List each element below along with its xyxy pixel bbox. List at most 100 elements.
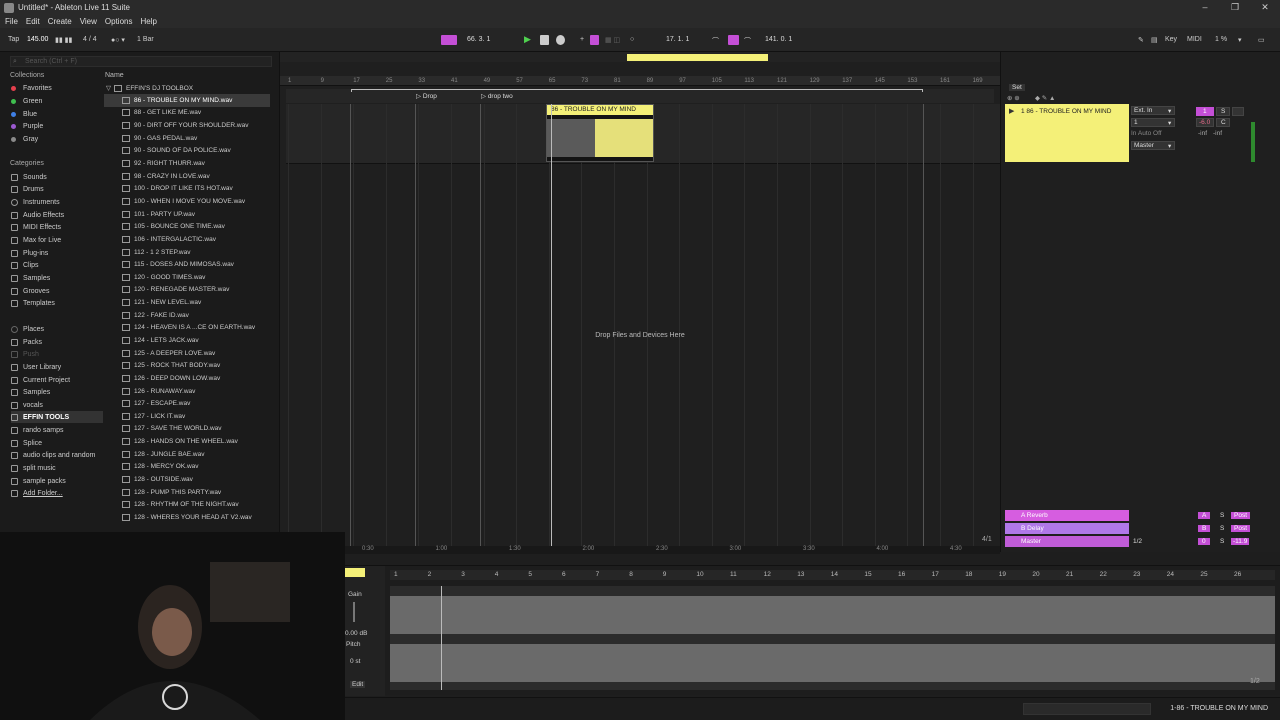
re-enable-automation-icon[interactable]: ▦ ◫ — [605, 36, 620, 44]
volume-field[interactable]: -6.0 — [1196, 118, 1214, 127]
menu-view[interactable]: View — [80, 17, 97, 26]
overview-ruler[interactable] — [280, 52, 1000, 62]
browser-file-row[interactable]: 90 - GAS PEDAL.wav — [104, 132, 270, 145]
browser-file-row[interactable]: 128 - JUNGLE BAE.wav — [104, 448, 270, 461]
browser-file-row[interactable]: 115 - DOSES AND MIMOSAS.wav — [104, 258, 270, 271]
quantize-select[interactable]: 1 Bar — [137, 36, 154, 43]
tap-tempo-button[interactable]: Tap — [8, 36, 19, 43]
folder-row[interactable]: ▽ EFFIN'S DJ TOOLBOX — [106, 84, 193, 92]
key-map-button[interactable]: Key — [1165, 36, 1177, 43]
locator-drop[interactable]: ▷ Drop — [416, 92, 437, 100]
track-option-icons[interactable]: ◆ ✎ ▲ — [1035, 94, 1056, 102]
loop-switch-icon[interactable] — [728, 35, 739, 45]
collection-purple[interactable]: Purple — [11, 120, 43, 132]
return-b-solo[interactable]: S — [1220, 525, 1224, 532]
browser-file-row[interactable]: 90 - DIRT OFF YOUR SHOULDER.wav — [104, 119, 270, 132]
nudge-icon[interactable]: ▮▮ ▮▮ — [55, 36, 72, 44]
menu-help[interactable]: Help — [140, 17, 156, 26]
browser-file-row[interactable]: 100 - WHEN I MOVE YOU MOVE.wav — [104, 195, 270, 208]
stop-icon[interactable] — [540, 35, 549, 45]
browser-file-row[interactable]: 124 - LETS JACK.wav — [104, 334, 270, 347]
close-button[interactable]: ✕ — [1250, 2, 1280, 13]
input-type-select[interactable]: Ext. In ▾ — [1131, 106, 1175, 115]
chevron-down-icon[interactable]: ▽ — [106, 84, 111, 92]
collection-blue[interactable]: Blue — [11, 108, 37, 120]
category-max-for-live[interactable]: Max for Live — [11, 234, 61, 246]
input-channel-select[interactable]: 1 ▾ — [1131, 118, 1175, 127]
gain-value[interactable]: 0.00 dB — [345, 630, 367, 637]
category-grooves[interactable]: Grooves — [11, 285, 49, 297]
capture-icon[interactable]: ○ — [630, 36, 634, 43]
category-drums[interactable]: Drums — [11, 183, 44, 195]
minimize-button[interactable]: – — [1190, 2, 1220, 13]
clip-color-swatch[interactable] — [345, 568, 365, 577]
audio-clip[interactable]: 86 - TROUBLE ON MY MIND — [546, 104, 654, 162]
return-a-header[interactable]: A Reverb — [1005, 510, 1129, 521]
return-a-post[interactable]: Post — [1231, 512, 1251, 519]
browser-file-row[interactable]: 105 - BOUNCE ONE TIME.wav — [104, 220, 270, 233]
loop-length-field[interactable]: 141. 0. 1 — [765, 36, 792, 43]
edit-button[interactable]: Edit — [350, 681, 366, 688]
place-split-music[interactable]: split music — [11, 462, 56, 474]
solo-button[interactable]: S — [1216, 107, 1230, 116]
track-controls-icon[interactable]: ⊕ ⊕ — [1007, 94, 1020, 102]
return-b-header[interactable]: B Delay — [1005, 523, 1129, 534]
place-packs[interactable]: Packs — [11, 336, 42, 348]
midi-map-button[interactable]: MIDI — [1187, 36, 1202, 43]
master-volume[interactable]: -11.9 — [1231, 538, 1250, 545]
menu-options[interactable]: Options — [105, 17, 133, 26]
category-templates[interactable]: Templates — [11, 297, 55, 309]
arm-button[interactable] — [1232, 107, 1244, 116]
punch-in-icon[interactable]: ⌒ — [712, 36, 719, 46]
monitor-switch[interactable]: In Auto Off — [1131, 130, 1162, 137]
place-vocals[interactable]: vocals — [11, 399, 43, 411]
browser-file-row[interactable]: 120 - GOOD TIMES.wav — [104, 271, 270, 284]
browser-file-row[interactable]: 128 - PUMP THIS PARTY.wav — [104, 486, 270, 499]
browser-file-row[interactable]: 90 - SOUND OF DA POLICE.wav — [104, 145, 270, 158]
track-header[interactable]: 1 86 - TROUBLE ON MY MIND — [1005, 104, 1129, 162]
place-sample-packs[interactable]: sample packs — [11, 475, 66, 487]
locator-drop-two[interactable]: ▷ drop two — [481, 92, 513, 100]
browser-file-row[interactable]: 120 - RENEGADE MASTER.wav — [104, 284, 270, 297]
clip-overview[interactable] — [1023, 703, 1151, 715]
overview-viewport[interactable] — [627, 54, 768, 61]
pan-knob[interactable]: C — [1216, 118, 1230, 127]
browser-file-row[interactable]: 88 - GET LIKE ME.wav — [104, 107, 270, 120]
output-select[interactable]: Master ▾ — [1131, 141, 1175, 150]
return-b-post[interactable]: Post — [1231, 525, 1251, 532]
place-audio-clips[interactable]: audio clips and random — [11, 449, 95, 461]
gain-slider[interactable] — [353, 602, 355, 622]
return-b-activator[interactable]: B — [1198, 525, 1211, 532]
browser-file-row[interactable]: 122 - FAKE ID.wav — [104, 309, 270, 322]
add-folder-link[interactable]: Add Folder... — [11, 487, 63, 499]
punch-out-icon[interactable]: ⌒ — [744, 36, 751, 46]
place-effin-tools[interactable]: EFFIN TOOLS — [11, 411, 103, 423]
track-fold-icon[interactable]: ▶ — [1009, 107, 1014, 115]
browser-file-row[interactable]: 128 - WHERES YOUR HEAD AT V2.wav — [104, 511, 270, 524]
menu-create[interactable]: Create — [48, 17, 72, 26]
place-samples[interactable]: Samples — [11, 386, 50, 398]
browser-file-row[interactable]: 112 - 1 2 STEP.wav — [104, 246, 270, 259]
pitch-value[interactable]: 0 st — [350, 658, 360, 665]
browser-file-row[interactable]: 98 - CRAZY IN LOVE.wav — [104, 170, 270, 183]
locator-bar[interactable] — [286, 89, 994, 103]
browser-file-row[interactable]: 127 - LICK IT.wav — [104, 410, 270, 423]
collection-green[interactable]: Green — [11, 95, 42, 107]
time-ruler[interactable]: 0:30 1:00 1:30 2:00 2:30 3:00 3:30 4:00 4:30 — [280, 546, 1000, 554]
browser-file-row[interactable]: 127 - ESCAPE.wav — [104, 397, 270, 410]
category-audio-effects[interactable]: Audio Effects — [11, 209, 64, 221]
browser-file-row[interactable]: 100 - DROP IT LIKE ITS HOT.wav — [104, 182, 270, 195]
follow-button[interactable] — [441, 35, 457, 45]
draw-mode-icon[interactable]: ✎ — [1138, 36, 1144, 44]
category-plug-ins[interactable]: Plug-ins — [11, 247, 48, 259]
name-column-header[interactable]: Name — [105, 72, 124, 79]
browser-file-row[interactable]: 101 - PARTY UP.wav — [104, 208, 270, 221]
place-rando-samps[interactable]: rando samps — [11, 424, 63, 436]
return-a-activator[interactable]: A — [1198, 512, 1211, 519]
master-activator[interactable]: 0 — [1198, 538, 1210, 545]
chevron-down-icon[interactable]: ▾ — [1238, 36, 1242, 44]
maximize-button[interactable]: ❐ — [1220, 2, 1250, 13]
clip-waveform-editor[interactable] — [390, 586, 1275, 690]
browser-file-row[interactable]: 106 - INTERGALACTIC.wav — [104, 233, 270, 246]
place-current-project[interactable]: Current Project — [11, 374, 70, 386]
